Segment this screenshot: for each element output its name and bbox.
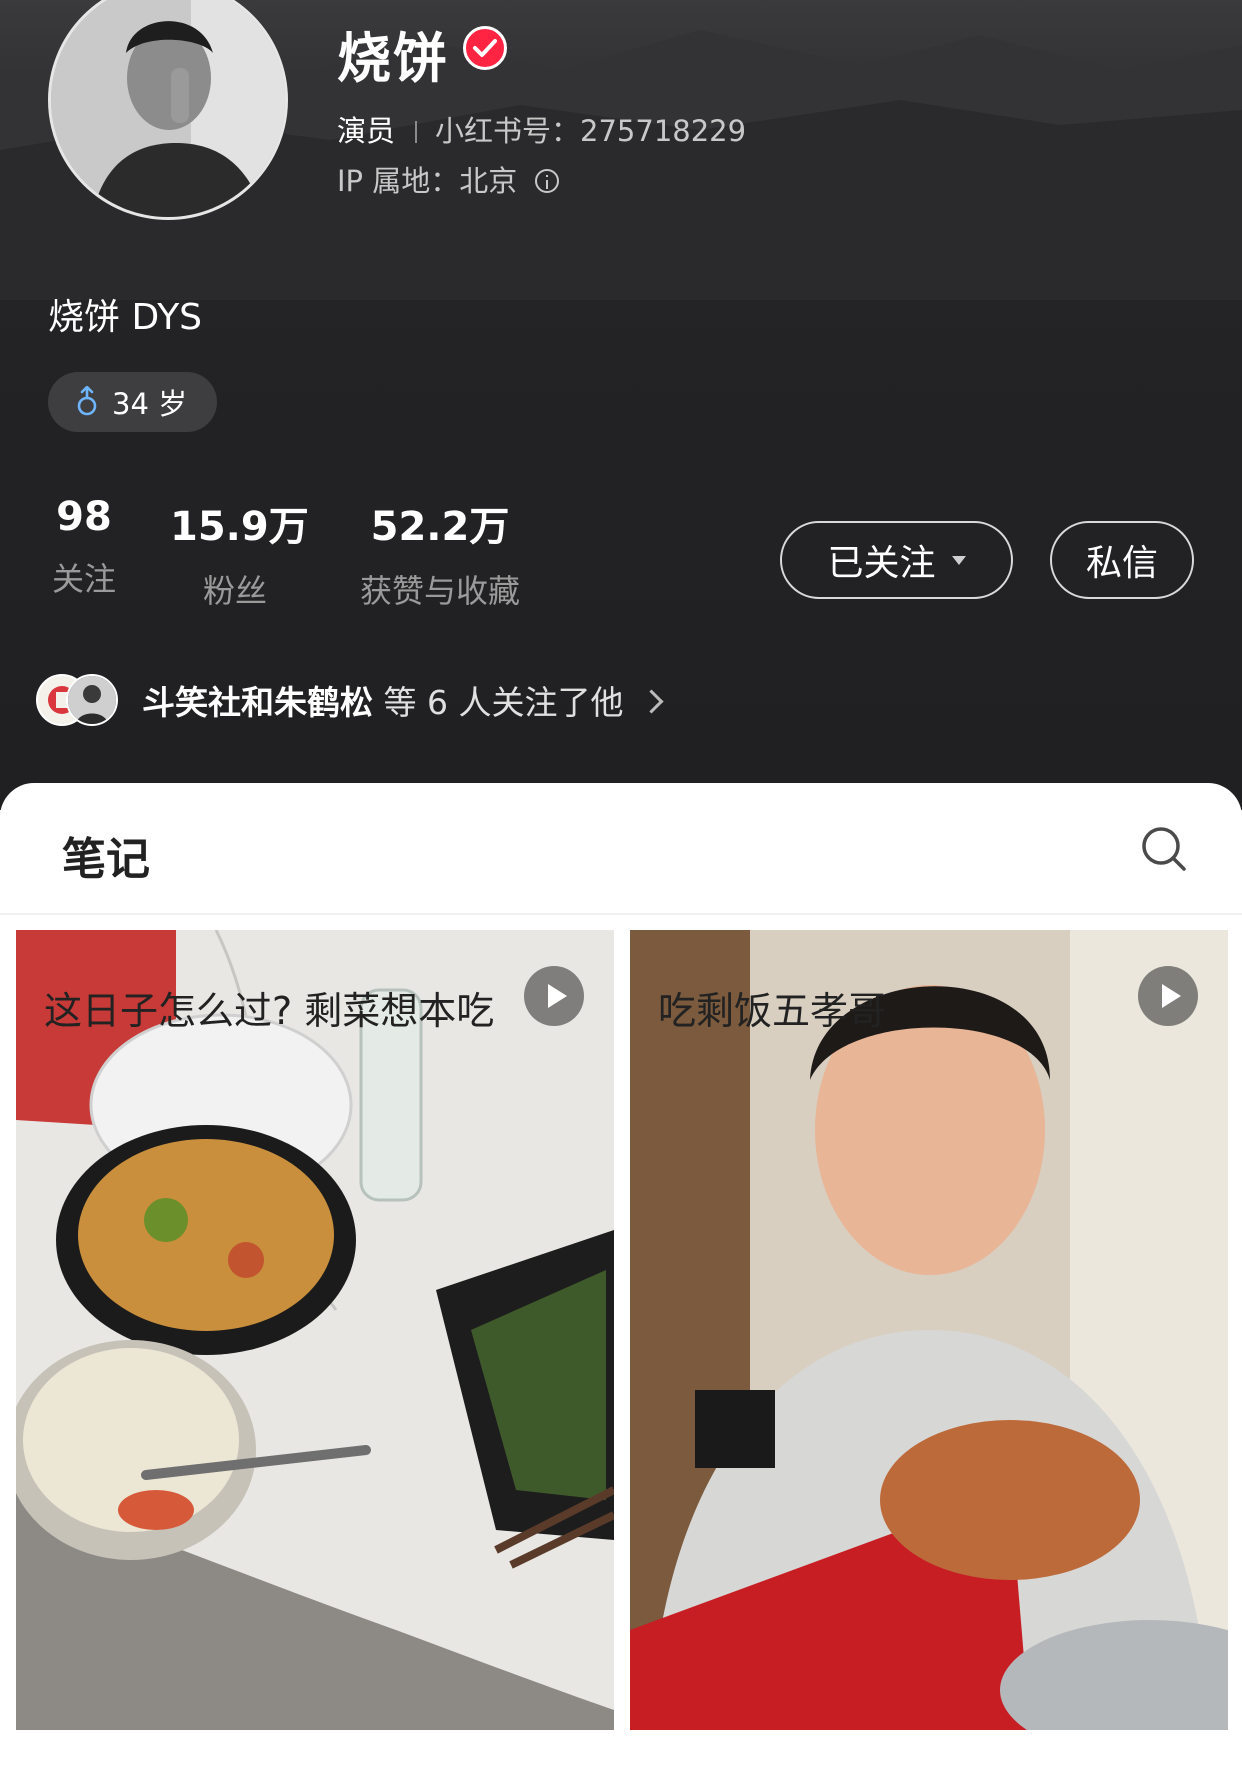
note-card-2[interactable] (630, 930, 1228, 1730)
caret-down-icon (951, 555, 966, 565)
profile-meta: 演员 小红书号：275718229 (337, 108, 746, 150)
profile-header: 烧饼 演员 小红书号：275718229 IP 属地：北京 烧饼 DYS 34 岁… (0, 0, 1242, 810)
ip-location: IP 属地：北京 (337, 158, 560, 200)
stat-followers[interactable]: 15.9万 粉丝 (170, 494, 309, 612)
stat-following[interactable]: 98 关注 (48, 494, 120, 600)
panel-divider (0, 913, 1242, 915)
meta-divider (415, 121, 418, 143)
note-title-2[interactable]: 吃剩饭五孝哥 (658, 980, 886, 1035)
note-cover-image-2 (630, 930, 1228, 1730)
message-button[interactable]: 私信 (1050, 521, 1194, 599)
followed-button[interactable]: 已关注 (780, 521, 1013, 599)
stat-likes[interactable]: 52.2万 获赞与收藏 (350, 494, 530, 612)
mutual-names: 斗笑社和朱鹤松 (142, 683, 373, 722)
stat-followers-label: 粉丝 (202, 572, 267, 610)
mutual-avatar-2 (66, 674, 118, 726)
message-button-label: 私信 (1085, 543, 1158, 584)
notes-panel: 笔记 (0, 783, 1242, 1787)
mutual-followers-text: 斗笑社和朱鹤松 等 6 人关注了他 (142, 676, 623, 724)
search-icon[interactable] (1140, 825, 1188, 873)
followed-button-label: 已关注 (827, 543, 936, 584)
info-icon[interactable] (535, 169, 560, 193)
stat-likes-label: 获赞与收藏 (359, 572, 520, 610)
chevron-right-icon (639, 688, 664, 714)
verified-check-icon (463, 26, 507, 70)
mutual-count: 等 6 人关注了他 (373, 683, 624, 722)
age-label: 34 岁 (112, 387, 188, 421)
stat-likes-value: 52.2万 (370, 504, 510, 550)
profile-bio: 烧饼 DYS (48, 297, 203, 338)
mutual-followers[interactable]: 斗笑社和朱鹤松 等 6 人关注了他 (36, 672, 664, 728)
note-card-1[interactable] (16, 930, 614, 1730)
profile-id: 小红书号：275718229 (435, 114, 747, 148)
video-play-icon (1138, 966, 1198, 1026)
note-title-1[interactable]: 这日子怎么过? 剩菜想本吃 (44, 980, 494, 1035)
stat-following-label: 关注 (51, 560, 116, 598)
male-icon (77, 386, 97, 416)
profile-name: 烧饼 (337, 27, 449, 90)
video-play-icon (524, 966, 584, 1026)
tab-notes[interactable]: 笔记 (62, 823, 150, 887)
profile-role: 演员 (337, 114, 396, 148)
ip-location-text: IP 属地：北京 (337, 164, 518, 198)
stat-following-value: 98 (56, 494, 112, 540)
stat-followers-value: 15.9万 (170, 504, 309, 550)
age-tag: 34 岁 (48, 372, 218, 432)
note-cover-image-1 (16, 930, 614, 1730)
